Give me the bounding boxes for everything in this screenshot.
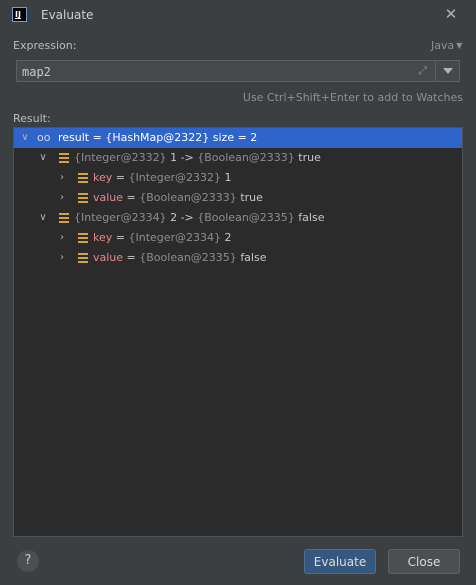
- result-type: {HashMap@2322}: [105, 131, 210, 144]
- tree-row-value[interactable]: › value = {Boolean@2335} false: [14, 248, 462, 268]
- tree-row-value[interactable]: › value = {Boolean@2333} true: [14, 188, 462, 208]
- window-title: Evaluate: [41, 8, 94, 22]
- expression-label: Expression:: [13, 39, 77, 52]
- collapse-arrow-icon[interactable]: ∨: [38, 208, 48, 228]
- watches-hint: Use Ctrl+Shift+Enter to add to Watches: [242, 91, 463, 104]
- field-icon: [59, 153, 69, 163]
- collapse-arrow-icon[interactable]: ∨: [20, 128, 30, 148]
- result-label: Result:: [13, 112, 51, 125]
- history-dropdown-button[interactable]: [436, 60, 460, 82]
- title-bar: IJ Evaluate ✕: [0, 0, 476, 30]
- field-icon: [78, 173, 88, 183]
- field-icon: [78, 233, 88, 243]
- result-prefix: result =: [58, 131, 106, 144]
- expand-arrow-icon[interactable]: ›: [57, 228, 67, 248]
- tree-row-entry[interactable]: ∨ {Integer@2334} 2 -> {Boolean@2335} fal…: [14, 208, 462, 228]
- collapse-arrow-icon[interactable]: ∨: [38, 148, 48, 168]
- result-tree[interactable]: ∨ oo result = {HashMap@2322} size = 2 ∨ …: [13, 127, 463, 537]
- language-selector[interactable]: Java ▼: [431, 39, 462, 52]
- field-icon: [78, 193, 88, 203]
- expression-value[interactable]: map2: [22, 65, 51, 79]
- watch-glasses-icon: oo: [37, 131, 51, 144]
- close-button[interactable]: Close: [388, 549, 460, 574]
- close-icon[interactable]: ✕: [443, 5, 459, 23]
- tree-row-entry[interactable]: ∨ {Integer@2332} 1 -> {Boolean@2333} tru…: [14, 148, 462, 168]
- expand-arrow-icon[interactable]: ›: [57, 248, 67, 268]
- expand-icon[interactable]: ⤢: [418, 65, 427, 77]
- tree-row-key[interactable]: › key = {Integer@2332} 1: [14, 168, 462, 188]
- tree-row-key[interactable]: › key = {Integer@2334} 2: [14, 228, 462, 248]
- tree-row-result[interactable]: ∨ oo result = {HashMap@2322} size = 2: [14, 128, 462, 148]
- field-icon: [59, 213, 69, 223]
- chevron-down-icon: ▼: [456, 41, 463, 50]
- field-icon: [78, 253, 88, 263]
- expression-input[interactable]: map2 ⤢: [16, 60, 436, 82]
- expand-arrow-icon[interactable]: ›: [57, 168, 67, 188]
- evaluate-button[interactable]: Evaluate: [304, 549, 376, 574]
- expand-arrow-icon[interactable]: ›: [57, 188, 67, 208]
- help-button[interactable]: ?: [17, 550, 39, 572]
- result-size: size = 2: [209, 131, 258, 144]
- chevron-down-icon: [443, 68, 453, 74]
- language-label: Java: [431, 39, 455, 52]
- intellij-app-icon: IJ: [12, 7, 27, 22]
